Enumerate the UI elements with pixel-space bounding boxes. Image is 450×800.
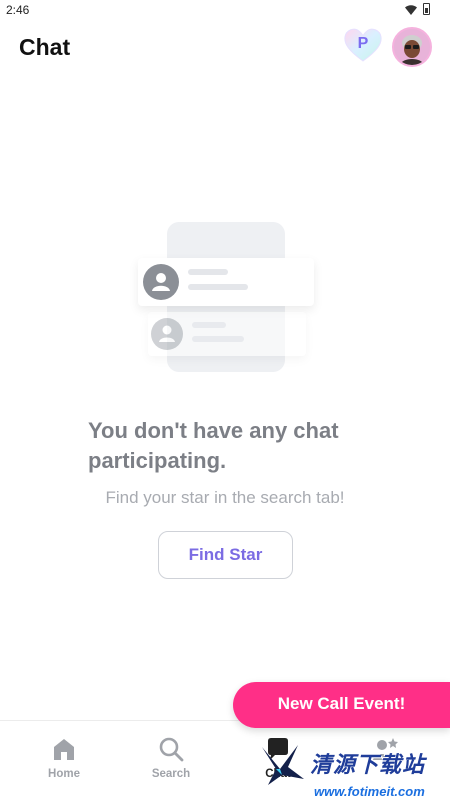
nav-label-home: Home [48, 768, 80, 780]
watermark-text: 清源下载站 [310, 752, 426, 777]
home-icon [54, 739, 74, 760]
profile-avatar[interactable] [392, 27, 432, 67]
search-icon [159, 737, 184, 762]
new-call-event-banner[interactable]: New Call Event! [233, 682, 450, 728]
illustration-card [148, 312, 306, 356]
avatar-image [394, 29, 430, 65]
illustration-line [188, 269, 228, 275]
illustration-line [192, 336, 244, 342]
heart-badge-button[interactable]: P [343, 26, 383, 64]
status-bar: 2:46 [0, 0, 450, 22]
nav-item-home[interactable]: Home [19, 721, 109, 800]
page-title: Chat [19, 34, 71, 60]
illustration-user-icon [143, 264, 179, 300]
wifi-icon [405, 4, 417, 15]
find-star-button[interactable]: Find Star [158, 531, 293, 579]
empty-chat-illustration [130, 218, 325, 378]
illustration-card [138, 258, 314, 306]
status-time: 2:46 [6, 3, 30, 17]
header: Chat P [0, 22, 450, 72]
status-icons [405, 3, 430, 15]
empty-state-subtitle: Find your star in the search tab! [105, 488, 345, 507]
watermark-logo [262, 745, 304, 785]
watermark-url: www.fotimeit.com [314, 784, 425, 799]
battery-icon [423, 3, 430, 15]
nav-item-search[interactable]: Search [126, 721, 216, 800]
nav-label-search: Search [151, 768, 191, 780]
illustration-line [192, 322, 226, 328]
heart-badge-letter: P [357, 35, 369, 52]
event-banner-label: New Call Event! [277, 694, 406, 713]
empty-state-title: You don't have any chat participating. [88, 418, 339, 473]
illustration-user-icon [151, 318, 183, 350]
illustration-line [188, 284, 248, 290]
watermark: 清源下载站 www.fotimeit.com [258, 735, 438, 800]
